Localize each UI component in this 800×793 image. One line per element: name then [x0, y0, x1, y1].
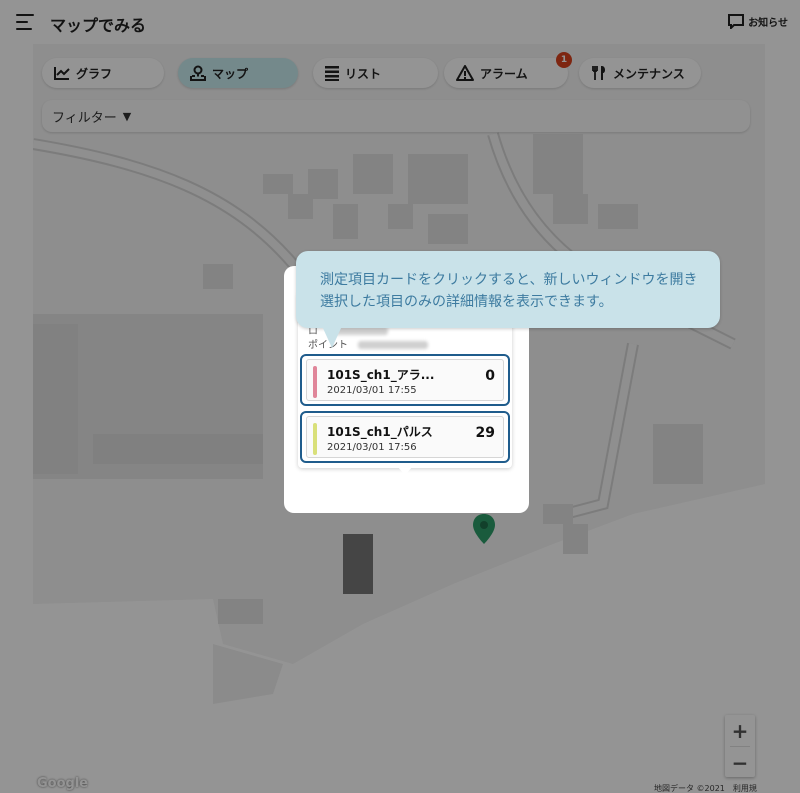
- tab-list-label: リスト: [345, 66, 382, 81]
- alarm-count-badge: 1: [556, 52, 572, 68]
- card-body: 101S_ch1_アラ... 2021/03/01 17:55 0: [306, 359, 504, 401]
- card-value: 29: [475, 425, 495, 441]
- filter-dropdown[interactable]: フィルター ▼: [42, 100, 750, 132]
- zoom-control: + −: [725, 715, 755, 777]
- tab-graph[interactable]: グラフ: [42, 58, 164, 88]
- card-body: 101S_ch1_パルス 2021/03/01 17:56 29: [306, 416, 504, 458]
- line-chart-icon: [54, 66, 70, 80]
- tools-icon: [591, 65, 607, 81]
- left-margin: [0, 44, 33, 793]
- caret-down-icon: ▼: [122, 109, 132, 123]
- map-attribution[interactable]: 地図データ ©2021 利用規約: [651, 783, 765, 793]
- card-color-bar: [313, 366, 317, 398]
- tutorial-callout: 測定項目カードをクリックすると、新しいウィンドウを開き 選択した項目のみの詳細情…: [296, 251, 720, 328]
- map-pin-icon: [190, 65, 206, 81]
- tab-maintenance-label: メンテナンス: [613, 66, 685, 81]
- popup-tail: [397, 466, 413, 475]
- tab-list[interactable]: リスト: [313, 58, 438, 88]
- message-icon: [728, 14, 745, 29]
- card-name: 101S_ch1_パルス: [327, 425, 433, 439]
- callout-tail: [322, 326, 342, 348]
- warning-icon: [456, 65, 474, 81]
- top-bar: マップでみる お知らせ: [0, 0, 800, 44]
- filter-label: フィルター: [52, 110, 117, 126]
- measurement-card[interactable]: 101S_ch1_パルス 2021/03/01 17:56 29: [300, 411, 510, 463]
- right-margin: [765, 44, 800, 793]
- zoom-out-button[interactable]: −: [725, 747, 755, 778]
- notice-button[interactable]: お知らせ: [728, 14, 788, 29]
- view-tabs: グラフ マップ リスト アラーム 1 メンテナンス: [42, 52, 722, 88]
- callout-text: 測定項目カードをクリックすると、新しいウィンドウを開き 選択した項目のみの詳細情…: [320, 269, 697, 313]
- map-marker-icon[interactable]: [473, 514, 495, 544]
- card-name: 101S_ch1_アラ...: [327, 368, 435, 382]
- card-date: 2021/03/01 17:55: [327, 385, 417, 396]
- menu-icon[interactable]: [16, 14, 36, 30]
- measurement-card[interactable]: 101S_ch1_アラ... 2021/03/01 17:55 0: [300, 354, 510, 406]
- tab-map-label: マップ: [212, 66, 249, 81]
- callout-line-1: 測定項目カードをクリックすると、新しいウィンドウを開き: [320, 272, 698, 288]
- card-date: 2021/03/01 17:56: [327, 442, 417, 453]
- notice-label: お知らせ: [748, 18, 788, 29]
- page-title: マップでみる: [50, 16, 147, 35]
- tab-alarm-label: アラーム: [480, 66, 528, 81]
- tab-maintenance[interactable]: メンテナンス: [579, 58, 701, 88]
- card-value: 0: [485, 368, 495, 384]
- google-logo: Google: [37, 776, 89, 791]
- list-icon: [325, 65, 339, 81]
- card-color-bar: [313, 423, 317, 455]
- callout-line-2: 選択した項目のみの詳細情報を表示できます。: [320, 294, 613, 310]
- zoom-in-button[interactable]: +: [725, 715, 755, 746]
- tab-alarm[interactable]: アラーム 1: [444, 52, 572, 88]
- tab-map[interactable]: マップ: [178, 58, 298, 88]
- tab-graph-label: グラフ: [76, 66, 113, 81]
